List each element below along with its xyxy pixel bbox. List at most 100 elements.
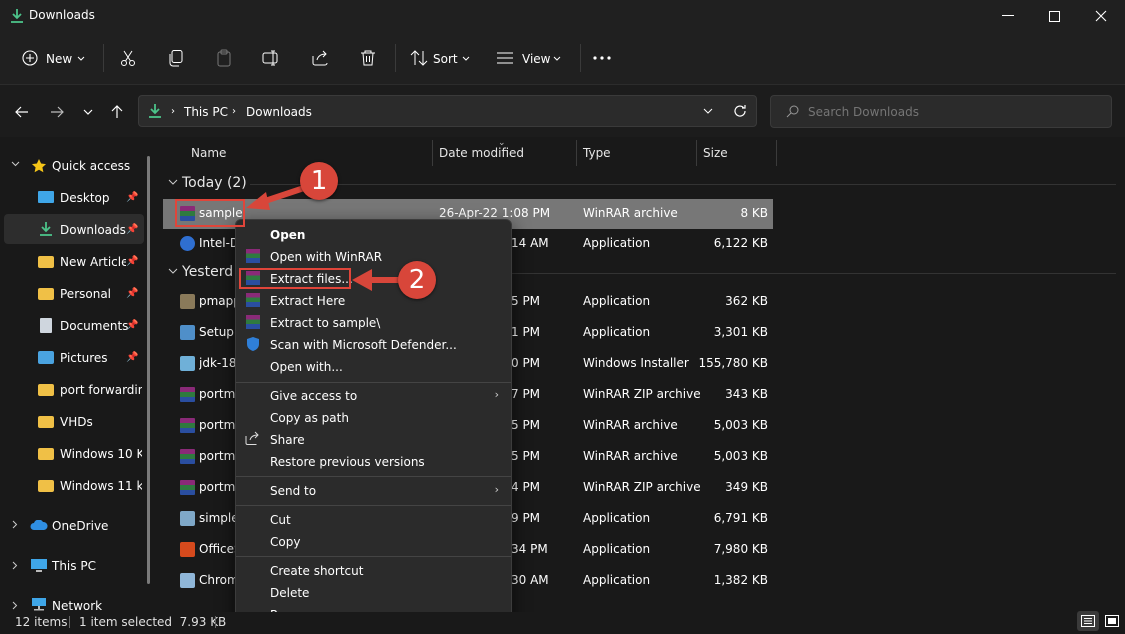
menu-item-create-shortcut[interactable]: Create shortcut <box>270 564 363 578</box>
menu-item-delete[interactable]: Delete <box>270 586 309 600</box>
nav-onedrive[interactable]: OneDrive <box>52 519 108 533</box>
sort-label: Sort <box>433 52 458 66</box>
file-name: portma <box>199 449 235 463</box>
status-separator <box>215 616 216 628</box>
file-size: 6,791 KB <box>713 511 768 525</box>
column-header-name[interactable]: Name <box>191 146 226 160</box>
paste-button[interactable] <box>210 44 238 72</box>
recent-locations-button[interactable] <box>78 100 98 124</box>
nav-item-label: VHDs <box>60 415 93 429</box>
menu-separator <box>236 476 511 477</box>
file-date: 9 PM <box>511 511 541 525</box>
details-view-icon <box>1081 615 1095 627</box>
winrar-icon <box>180 480 195 495</box>
nav-network[interactable]: Network <box>52 599 102 613</box>
downloads-icon <box>39 221 53 237</box>
setup-app-icon <box>180 325 195 340</box>
arrow-left-icon <box>15 106 28 118</box>
downloads-icon <box>148 103 162 119</box>
installer-icon <box>180 356 195 371</box>
copy-button[interactable] <box>162 44 190 72</box>
setup-app-icon <box>180 294 195 309</box>
address-dropdown-button[interactable] <box>698 100 718 122</box>
maximize-button[interactable] <box>1031 0 1077 32</box>
menu-separator <box>236 382 511 383</box>
winrar-icon <box>246 315 260 329</box>
file-size: 5,003 KB <box>713 418 768 432</box>
refresh-button[interactable] <box>728 99 752 123</box>
breadcrumb-downloads[interactable]: Downloads <box>246 105 312 119</box>
file-date: 5 PM <box>511 449 541 463</box>
forward-button[interactable] <box>45 100 69 124</box>
share-button[interactable] <box>306 44 334 72</box>
menu-item-extract-to[interactable]: Extract to sample\ <box>270 316 380 330</box>
menu-item-extract-here[interactable]: Extract Here <box>270 294 345 308</box>
menu-item-open-with[interactable]: Open with... <box>270 360 343 374</box>
menu-item-copy-as-path[interactable]: Copy as path <box>270 411 349 425</box>
rename-button[interactable] <box>257 44 285 72</box>
chevron-down-icon <box>77 56 85 61</box>
toolbar-separator <box>395 44 396 72</box>
file-name: SetupP <box>199 325 235 339</box>
tiles-view-button[interactable] <box>1101 611 1123 631</box>
file-size: 155,780 KB <box>698 356 768 370</box>
menu-item-share[interactable]: Share <box>270 433 305 447</box>
breadcrumb-this-pc[interactable]: This PC <box>184 105 228 119</box>
expand-chevron-icon[interactable] <box>11 161 20 167</box>
menu-item-scan-defender[interactable]: Scan with Microsoft Defender... <box>270 338 457 352</box>
menu-item-send-to[interactable]: Send to <box>270 484 316 498</box>
up-button[interactable] <box>105 100 129 124</box>
menu-item-copy[interactable]: Copy <box>270 535 300 549</box>
breadcrumb-chevron-icon: › <box>232 106 236 117</box>
folder-icon <box>38 480 54 492</box>
column-header-type[interactable]: Type <box>583 146 611 160</box>
close-button[interactable] <box>1077 0 1125 32</box>
file-date: 1 PM <box>511 325 541 339</box>
clipboard-icon <box>217 49 231 67</box>
new-button[interactable]: New <box>14 44 94 72</box>
minimize-button[interactable] <box>985 0 1031 32</box>
column-separator[interactable] <box>432 140 433 166</box>
nav-this-pc[interactable]: This PC <box>52 559 96 573</box>
column-header-date[interactable]: Date modified <box>439 146 524 160</box>
nav-item-label: Pictures <box>60 351 108 365</box>
group-collapse-chevron-icon[interactable] <box>168 179 178 185</box>
menu-item-open[interactable]: Open <box>270 228 305 242</box>
sort-button[interactable]: Sort <box>404 44 476 72</box>
file-date: 14 AM <box>511 236 549 250</box>
menu-item-restore-versions[interactable]: Restore previous versions <box>270 455 425 469</box>
column-separator[interactable] <box>696 140 697 166</box>
group-header-yesterday[interactable]: Yesterday <box>182 264 234 280</box>
expand-chevron-icon[interactable] <box>12 561 18 570</box>
group-header-today[interactable]: Today (2) <box>182 175 247 191</box>
chevron-down-icon <box>83 109 93 115</box>
nav-scrollbar[interactable] <box>147 156 150 584</box>
expand-chevron-icon[interactable] <box>12 520 18 529</box>
file-size: 8 KB <box>740 206 768 220</box>
column-header-size[interactable]: Size <box>703 146 728 160</box>
folder-icon <box>38 416 54 428</box>
cut-button[interactable] <box>114 44 142 72</box>
search-input[interactable] <box>806 100 1100 124</box>
nav-item-label: New Articles <box>60 255 126 269</box>
group-collapse-chevron-icon[interactable] <box>168 268 178 274</box>
details-view-button[interactable] <box>1077 611 1099 631</box>
more-options-button[interactable] <box>588 44 616 72</box>
address-bar[interactable] <box>138 95 757 127</box>
file-name: pmapp <box>199 294 235 308</box>
setup-app-icon <box>180 511 195 526</box>
file-size: 349 KB <box>725 480 768 494</box>
expand-chevron-icon[interactable] <box>12 601 18 610</box>
delete-button[interactable] <box>354 44 382 72</box>
search-icon <box>786 105 799 118</box>
column-separator[interactable] <box>576 140 577 166</box>
nav-quick-access[interactable]: Quick access <box>52 159 130 173</box>
share-icon <box>312 50 328 66</box>
pictures-icon <box>38 351 54 364</box>
back-button[interactable] <box>10 100 34 124</box>
menu-item-give-access[interactable]: Give access to <box>270 389 357 403</box>
menu-item-cut[interactable]: Cut <box>270 513 291 527</box>
column-separator[interactable] <box>776 140 777 166</box>
menu-item-open-with-winrar[interactable]: Open with WinRAR <box>270 250 382 264</box>
view-button[interactable]: View <box>490 44 570 72</box>
